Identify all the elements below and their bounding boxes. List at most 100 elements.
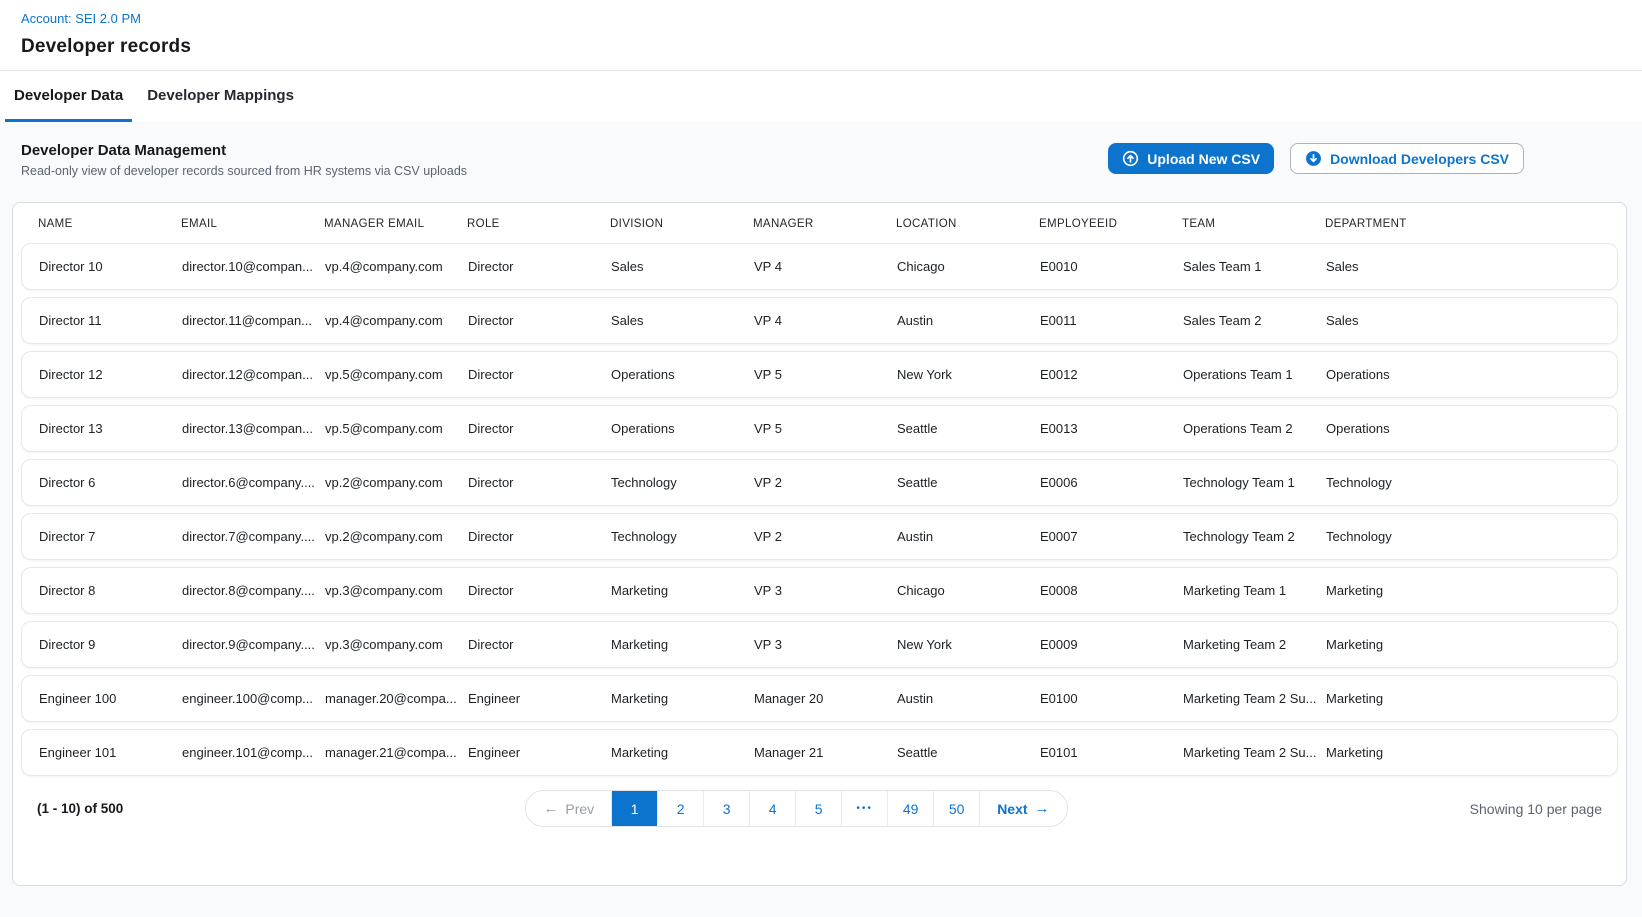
- tab-developer-data[interactable]: Developer Data: [5, 71, 132, 122]
- cell-location: New York: [897, 367, 1040, 382]
- page-button-2[interactable]: 2: [657, 791, 703, 826]
- cell-name: Director 6: [39, 475, 182, 490]
- tab-label: Developer Data: [14, 87, 123, 104]
- cell-email: director.10@compan...: [182, 259, 325, 274]
- section-header: Developer Data Management Read-only view…: [0, 122, 1642, 178]
- cell-team: Technology Team 1: [1183, 475, 1326, 490]
- cell-email: director.6@company....: [182, 475, 325, 490]
- cell-name: Director 7: [39, 529, 182, 544]
- tab-developer-mappings[interactable]: Developer Mappings: [138, 71, 303, 122]
- table-row: Director 11director.11@compan...vp.4@com…: [21, 297, 1618, 344]
- prev-button[interactable]: ← Prev: [526, 791, 611, 826]
- cell-manager-email: vp.4@company.com: [325, 313, 468, 328]
- page-title: Developer records: [21, 36, 1642, 58]
- cell-role: Director: [468, 313, 611, 328]
- pagination-range: (1 - 10) of 500: [37, 801, 123, 816]
- column-header-employeeid: EMPLOYEEID: [1039, 218, 1182, 230]
- arrow-down-circle-icon: [1305, 150, 1322, 167]
- cell-employeeid: E0011: [1040, 313, 1183, 328]
- cell-employeeid: E0013: [1040, 421, 1183, 436]
- cell-manager-email: vp.2@company.com: [325, 529, 468, 544]
- cell-location: Chicago: [897, 583, 1040, 598]
- page-header: Account: SEI 2.0 PM Developer records: [0, 0, 1642, 71]
- page-button-1[interactable]: 1: [611, 791, 657, 826]
- download-csv-button[interactable]: Download Developers CSV: [1290, 143, 1524, 174]
- cell-employeeid: E0008: [1040, 583, 1183, 598]
- table-row: Director 7director.7@company....vp.2@com…: [21, 513, 1618, 560]
- cell-name: Engineer 100: [39, 691, 182, 706]
- cell-manager-email: vp.5@company.com: [325, 421, 468, 436]
- upload-button-label: Upload New CSV: [1147, 151, 1260, 167]
- page-button-5[interactable]: 5: [795, 791, 841, 826]
- section-header-text: Developer Data Management Read-only view…: [21, 142, 467, 178]
- cell-division: Technology: [611, 475, 754, 490]
- cell-name: Director 10: [39, 259, 182, 274]
- table-header-row: NAMEEMAILMANAGER EMAILROLEDIVISIONMANAGE…: [13, 203, 1626, 243]
- pagination-bar: (1 - 10) of 500 ← Prev 12345•••4950 Next…: [13, 790, 1626, 827]
- cell-role: Engineer: [468, 745, 611, 760]
- cell-location: Seattle: [897, 421, 1040, 436]
- column-header-manager-email: MANAGER EMAIL: [324, 218, 467, 230]
- cell-division: Technology: [611, 529, 754, 544]
- cell-manager-email: vp.2@company.com: [325, 475, 468, 490]
- cell-manager-email: vp.4@company.com: [325, 259, 468, 274]
- cell-team: Sales Team 1: [1183, 259, 1326, 274]
- column-header-department: DEPARTMENT: [1325, 218, 1626, 230]
- cell-manager: VP 4: [754, 313, 897, 328]
- cell-manager-email: vp.5@company.com: [325, 367, 468, 382]
- pagination-controls: ← Prev 12345•••4950 Next →: [525, 790, 1067, 827]
- cell-team: Marketing Team 2 Su...: [1183, 691, 1326, 706]
- account-link[interactable]: Account: SEI 2.0 PM: [21, 11, 141, 26]
- column-header-role: ROLE: [467, 218, 610, 230]
- cell-department: Marketing: [1326, 583, 1617, 598]
- cell-department: Operations: [1326, 367, 1617, 382]
- cell-location: Chicago: [897, 259, 1040, 274]
- upload-csv-button[interactable]: Upload New CSV: [1108, 143, 1274, 174]
- cell-email: engineer.100@comp...: [182, 691, 325, 706]
- cell-division: Sales: [611, 259, 754, 274]
- download-button-label: Download Developers CSV: [1330, 151, 1509, 167]
- cell-department: Sales: [1326, 313, 1617, 328]
- cell-email: director.9@company....: [182, 637, 325, 652]
- cell-location: Austin: [897, 529, 1040, 544]
- cell-division: Operations: [611, 421, 754, 436]
- table-row: Director 8director.8@company....vp.3@com…: [21, 567, 1618, 614]
- cell-manager: VP 3: [754, 637, 897, 652]
- next-button[interactable]: Next →: [979, 791, 1066, 826]
- cell-team: Marketing Team 1: [1183, 583, 1326, 598]
- cell-department: Marketing: [1326, 691, 1617, 706]
- page-button-3[interactable]: 3: [703, 791, 749, 826]
- ellipsis-button[interactable]: •••: [841, 791, 887, 826]
- cell-department: Marketing: [1326, 745, 1617, 760]
- per-page-label: Showing 10 per page: [1470, 801, 1602, 817]
- table-row: Engineer 101engineer.101@comp...manager.…: [21, 729, 1618, 776]
- cell-role: Engineer: [468, 691, 611, 706]
- cell-team: Technology Team 2: [1183, 529, 1326, 544]
- cell-department: Operations: [1326, 421, 1617, 436]
- table-row: Director 12director.12@compan...vp.5@com…: [21, 351, 1618, 398]
- cell-role: Director: [468, 637, 611, 652]
- cell-location: New York: [897, 637, 1040, 652]
- cell-manager-email: manager.21@compa...: [325, 745, 468, 760]
- cell-role: Director: [468, 475, 611, 490]
- cell-manager: VP 5: [754, 367, 897, 382]
- table-row: Director 10director.10@compan...vp.4@com…: [21, 243, 1618, 290]
- cell-team: Operations Team 2: [1183, 421, 1326, 436]
- cell-manager: Manager 21: [754, 745, 897, 760]
- section-actions: Upload New CSV Download Developers CSV: [1108, 143, 1524, 174]
- page-button-50[interactable]: 50: [933, 791, 979, 826]
- arrow-right-icon: →: [1035, 801, 1050, 816]
- cell-division: Marketing: [611, 637, 754, 652]
- cell-employeeid: E0009: [1040, 637, 1183, 652]
- cell-employeeid: E0007: [1040, 529, 1183, 544]
- cell-manager: VP 4: [754, 259, 897, 274]
- table-row: Director 13director.13@compan...vp.5@com…: [21, 405, 1618, 452]
- cell-manager-email: vp.3@company.com: [325, 583, 468, 598]
- cell-manager: VP 3: [754, 583, 897, 598]
- tab-label: Developer Mappings: [147, 87, 294, 104]
- main-content: Developer Data Management Read-only view…: [0, 122, 1642, 917]
- cell-manager: VP 2: [754, 529, 897, 544]
- page-button-4[interactable]: 4: [749, 791, 795, 826]
- cell-name: Director 13: [39, 421, 182, 436]
- page-button-49[interactable]: 49: [887, 791, 933, 826]
